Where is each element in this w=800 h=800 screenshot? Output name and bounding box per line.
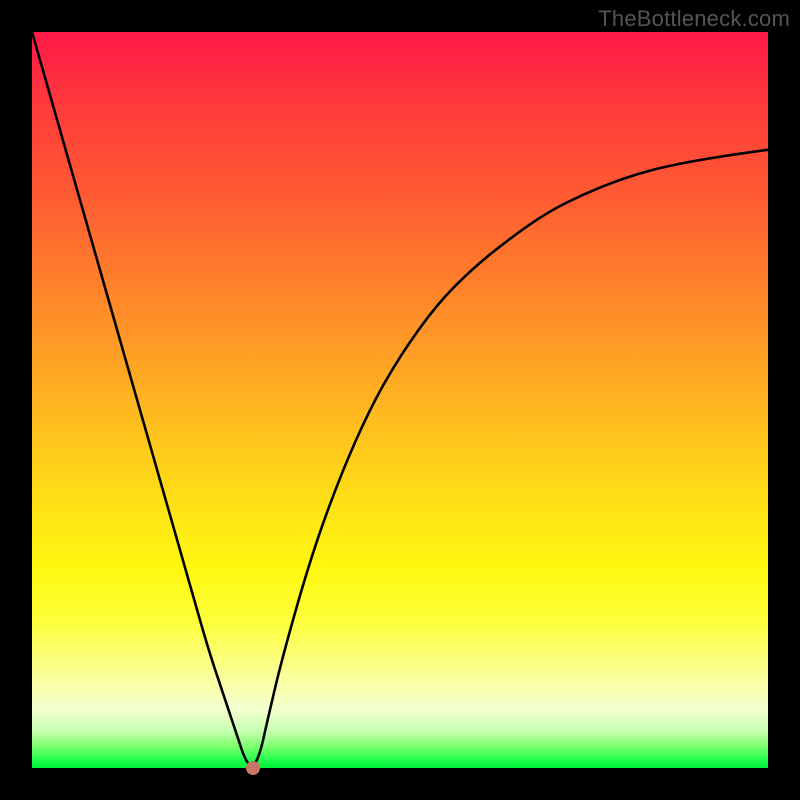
chart-frame: TheBottleneck.com xyxy=(0,0,800,800)
minimum-marker xyxy=(246,761,260,775)
bottleneck-curve xyxy=(32,32,768,766)
plot-area xyxy=(32,32,768,768)
curve-svg xyxy=(32,32,768,768)
watermark-text: TheBottleneck.com xyxy=(598,6,790,32)
